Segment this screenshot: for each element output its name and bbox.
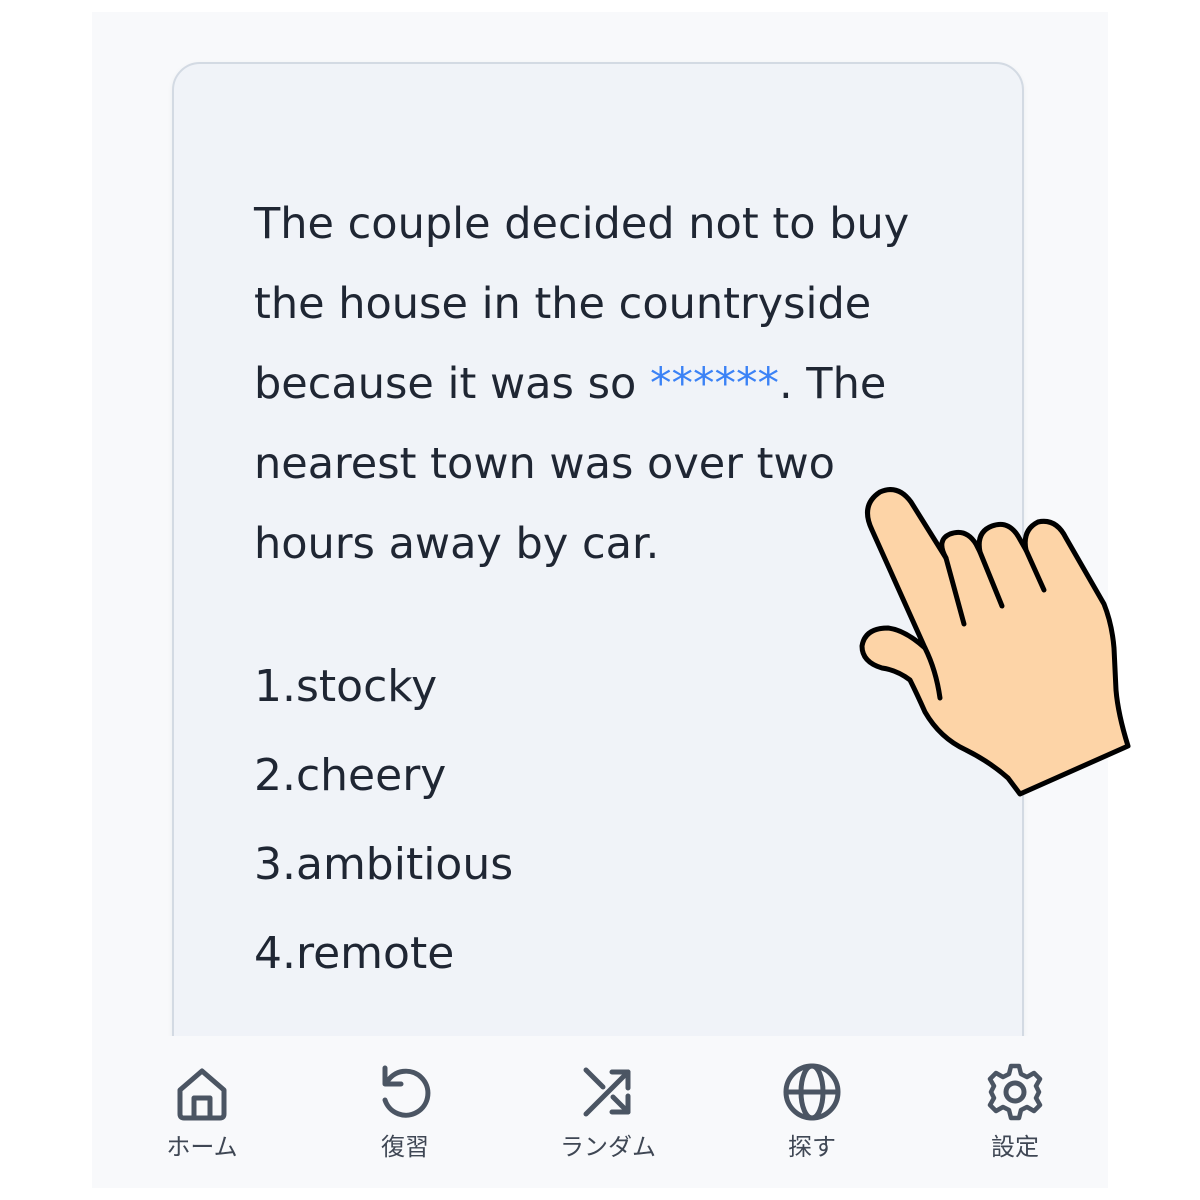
answer-options: 1.stocky 2.cheery 3.ambitious 4.remote <box>254 642 854 998</box>
nav-label-home: ホーム <box>166 1133 238 1161</box>
question-text: The couple decided not to buy the house … <box>254 184 954 584</box>
home-icon <box>177 1068 227 1121</box>
question-blank: ****** <box>649 359 779 409</box>
nav-item-random[interactable]: ランダム <box>538 1060 678 1162</box>
nav-label-random: ランダム <box>560 1133 656 1161</box>
nav-label-review: 復習 <box>381 1133 429 1161</box>
nav-item-home[interactable]: ホーム <box>132 1060 272 1162</box>
gear-icon <box>987 1063 1043 1121</box>
bottom-nav: ホーム 復習 ランダム 探す 設定 <box>92 1036 1108 1188</box>
nav-item-review[interactable]: 復習 <box>335 1060 475 1162</box>
history-icon <box>382 1065 431 1118</box>
answer-option-2[interactable]: 2.cheery <box>254 731 854 820</box>
pointing-hand-icon <box>859 487 1131 797</box>
nav-label-settings: 設定 <box>991 1133 1039 1161</box>
nav-item-settings[interactable]: 設定 <box>945 1060 1085 1162</box>
nav-item-search[interactable]: 探す <box>742 1060 882 1162</box>
nav-label-search: 探す <box>788 1133 836 1161</box>
shuffle-icon <box>583 1067 631 1117</box>
answer-option-1[interactable]: 1.stocky <box>254 642 854 731</box>
answer-option-4[interactable]: 4.remote <box>254 909 854 998</box>
globe-icon <box>783 1063 841 1121</box>
answer-option-3[interactable]: 3.ambitious <box>254 820 854 909</box>
